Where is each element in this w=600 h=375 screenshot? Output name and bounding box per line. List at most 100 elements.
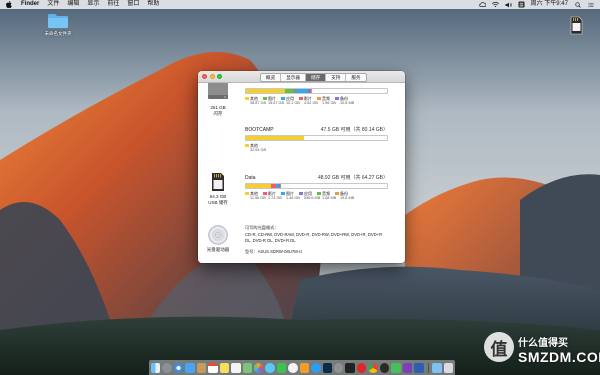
photoshop-icon[interactable] <box>322 362 333 373</box>
legend-value: 19.8 MB <box>340 196 355 200</box>
notes-icon[interactable] <box>219 362 230 373</box>
input-method-icon[interactable]: 拼 <box>518 1 525 8</box>
legend-value: 1.08 MB <box>322 196 337 200</box>
zoom-button[interactable] <box>217 74 222 79</box>
menu-help[interactable]: 帮助 <box>147 0 159 9</box>
tab-2[interactable]: 储存 <box>306 74 327 81</box>
launchpad-icon[interactable] <box>162 362 172 373</box>
legend-swatch <box>245 96 249 101</box>
messages-icon[interactable] <box>265 362 275 373</box>
menu-app-name[interactable]: Finder <box>21 0 39 9</box>
sd-card-icon <box>570 16 583 37</box>
safari-icon[interactable] <box>173 362 184 373</box>
legend-swatch <box>317 96 321 101</box>
dock <box>149 360 455 375</box>
mail-icon[interactable] <box>185 362 195 373</box>
calendar-icon[interactable] <box>208 362 218 373</box>
volume-title: BOOTCAMP <box>245 127 274 133</box>
menu-window[interactable]: 窗口 <box>127 0 139 9</box>
volume-flash: 251 GB 闪存 其他 38.87 GB 图片 15.67 GB 应用 10.1 GB 影… <box>198 83 405 129</box>
watermark-slogan: 什么值得买 <box>518 338 568 349</box>
storage-content: 251 GB 闪存 其他 38.87 GB 图片 15.67 GB 应用 10.1 GB 影… <box>198 83 405 263</box>
legend-value: 10.1 GB <box>286 101 300 105</box>
volume-header: Data 48.92 GB 可用（共 64.27 GB） <box>245 175 388 181</box>
legend-swatch <box>281 96 285 101</box>
word-icon[interactable] <box>414 362 424 373</box>
tab-bar: 概览 显示器 储存 支持 服务 <box>260 73 367 82</box>
legend-swatch <box>263 191 267 196</box>
volume-title: Data <box>245 175 256 181</box>
cloud-icon[interactable] <box>478 1 486 8</box>
menu-file[interactable]: 文件 <box>47 0 59 9</box>
wechat-icon[interactable] <box>391 362 401 373</box>
legend-value: 1.74 GB <box>268 196 282 200</box>
storage-bar <box>245 135 388 141</box>
legend-value: 536.6 MB <box>304 196 321 200</box>
legend-swatch <box>245 143 249 148</box>
search-icon[interactable] <box>574 1 581 8</box>
watermark-badge: 值 <box>484 332 514 362</box>
legend-item: 应用 536.6 MB <box>299 191 321 201</box>
desktop-device[interactable] <box>567 16 585 37</box>
apple-icon[interactable] <box>6 1 13 8</box>
app-store-icon[interactable] <box>311 362 321 373</box>
volume-icon[interactable] <box>505 1 512 8</box>
legend-item: 影片 1.74 GB <box>263 191 282 201</box>
volume-free-space: 47.5 GB 可用（共 80.14 GB） <box>320 127 388 133</box>
onenote-icon[interactable] <box>402 362 413 373</box>
window-titlebar[interactable]: 概览 显示器 储存 支持 服务 <box>198 71 405 83</box>
watermark-badge-glyph: 值 <box>490 339 508 360</box>
dock-separator <box>427 362 429 373</box>
menu-go[interactable]: 前往 <box>107 0 119 9</box>
finder-icon[interactable] <box>151 362 161 373</box>
desktop-folder[interactable]: 未命名文件夹 <box>38 12 78 37</box>
optical-drive-caption: 光盘驱动器 <box>206 247 230 252</box>
system-preferences-icon[interactable] <box>334 362 344 373</box>
reminders-icon[interactable] <box>231 362 241 373</box>
legend-item: 备份 19.8 MB <box>335 191 355 201</box>
maps-icon[interactable] <box>242 362 252 373</box>
storage-legend: 其他 11.56 GB 影片 1.74 GB 图片 1.48 GB 应用 536.6 MB 音频… <box>245 191 388 201</box>
volume-icon-col: 251 GB 闪存 <box>204 83 232 116</box>
qq-icon[interactable] <box>379 362 390 373</box>
netease-music-icon[interactable] <box>356 362 367 373</box>
close-button[interactable] <box>202 74 207 79</box>
legend-value: 11.56 GB <box>250 196 266 200</box>
legend-value: 32.64 GB <box>250 148 267 152</box>
menu-view[interactable]: 显示 <box>87 0 99 9</box>
legend-value: 4.52 GB <box>304 101 318 105</box>
minimize-button[interactable] <box>209 74 215 79</box>
facetime-icon[interactable] <box>276 362 287 373</box>
tab-3[interactable]: 支持 <box>326 74 347 81</box>
tab-0[interactable]: 概览 <box>261 74 282 81</box>
chrome-icon[interactable] <box>368 362 378 373</box>
downloads-folder-icon[interactable] <box>432 362 442 373</box>
ibooks-icon[interactable] <box>299 362 310 373</box>
notification-center-icon[interactable] <box>587 1 594 8</box>
legend-item: 备份 10.6 MB <box>335 96 354 106</box>
contacts-icon[interactable] <box>196 362 207 373</box>
storage-bar-segment <box>279 184 282 188</box>
legend-swatch <box>299 191 303 196</box>
legend-swatch <box>281 191 285 196</box>
watermark-domain: SMZDM.COM <box>518 349 600 365</box>
trash-icon[interactable] <box>443 362 453 373</box>
storage-bar <box>245 88 388 94</box>
legend-swatch <box>245 191 249 196</box>
burn-formats-list: CD-R, CD-RW, DVD-RAM, DVD-R, DVD-RW, DVD… <box>245 231 383 244</box>
legend-item: 其他 38.87 GB <box>245 96 266 106</box>
legend-swatch <box>335 191 339 196</box>
tab-1[interactable]: 显示器 <box>281 74 306 81</box>
optical-drive-section: 光盘驱动器 可写的光盘格式： CD-R, CD-RW, DVD-RAM, DVD… <box>198 223 405 263</box>
menubar-clock[interactable]: 周六 下午9:47 <box>531 0 568 9</box>
tab-4[interactable]: 服务 <box>346 74 365 81</box>
itunes-icon[interactable] <box>288 362 298 373</box>
storage-bar-segment <box>310 89 313 93</box>
menu-bar: Finder 文件 编辑 显示 前往 窗口 帮助 拼 周六 下午9:47 <box>0 0 600 9</box>
terminal-icon[interactable] <box>345 362 355 373</box>
storage-window: 概览 显示器 储存 支持 服务 251 GB 闪存 其他 38.87 GB 图片 15.67 … <box>198 71 405 263</box>
wifi-icon[interactable] <box>491 1 499 8</box>
menu-edit[interactable]: 编辑 <box>67 0 79 9</box>
storage-bar-segment <box>246 89 286 93</box>
photos-icon[interactable] <box>253 362 264 373</box>
